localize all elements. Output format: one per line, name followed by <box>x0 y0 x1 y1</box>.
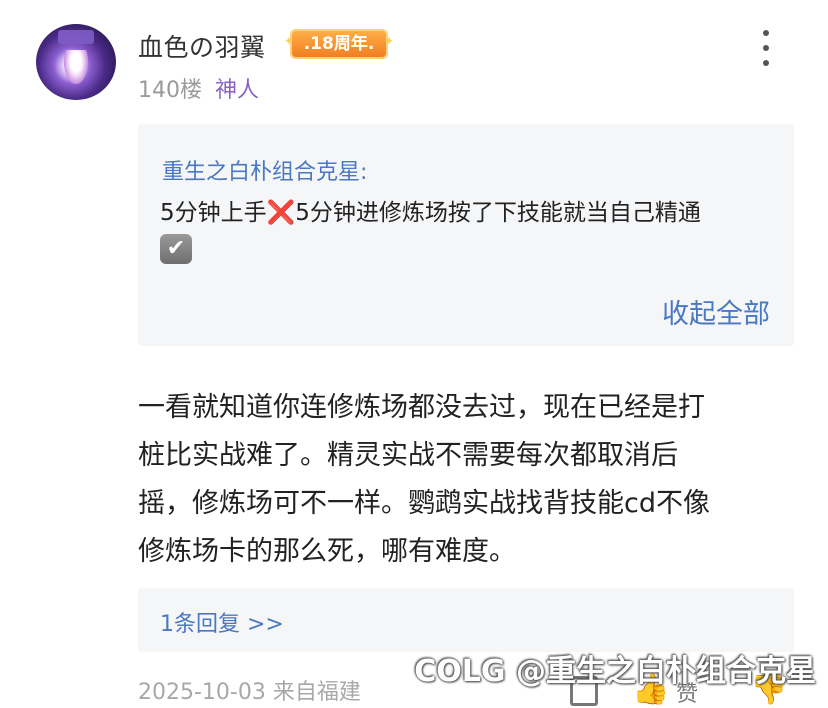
quote-text: 5分钟上手❌5分钟进修炼场按了下技能就当自己精通 <box>160 196 701 230</box>
quoted-reply: 重生之白朴组合克星: 5分钟上手❌5分钟进修炼场按了下技能就当自己精通 ✔ 收起… <box>138 124 794 346</box>
post-line: 修炼场卡的那么死，哪有难度。 <box>138 536 516 567</box>
avatar-screen <box>58 30 94 44</box>
check-mark-icon: ✔ <box>160 234 192 264</box>
user-rank: 神人 <box>215 78 260 103</box>
floor-number: 140楼 <box>138 78 202 103</box>
post-date-location: 2025-10-03 来自福建 <box>138 680 361 705</box>
more-options-icon[interactable] <box>756 30 776 66</box>
view-replies-link[interactable]: 1条回复 >> <box>160 606 284 638</box>
post-content: 一看就知道你连修炼场都没去过，现在已经是打 桩比实战难了。精灵实战不需要每次都取… <box>138 384 788 576</box>
username[interactable]: 血色の羽翼 <box>138 28 266 64</box>
post-line: 一看就知道你连修炼场都没去过，现在已经是打 <box>138 392 705 423</box>
cross-mark-icon: ❌ <box>266 200 296 226</box>
quote-text-part1: 5分钟上手 <box>160 200 267 226</box>
replies-box[interactable]: 1条回复 >> <box>138 588 794 652</box>
post-line: 桩比实战难了。精灵实战不需要每次都取消后 <box>138 440 678 471</box>
avatar-figure <box>64 50 88 84</box>
watermark: COLG @重生之白朴组合克星 <box>414 654 816 689</box>
quote-author[interactable]: 重生之白朴组合克星: <box>162 154 367 186</box>
more-dot <box>763 45 769 51</box>
user-avatar[interactable] <box>36 24 116 100</box>
collapse-all-link[interactable]: 收起全部 <box>662 292 770 331</box>
anniversary-badge: .18周年. <box>284 26 394 59</box>
more-dot <box>763 60 769 66</box>
quote-text-part2: 5分钟进修炼场按了下技能就当自己精通 <box>295 200 701 226</box>
more-dot <box>763 30 769 36</box>
post-line: 摇，修炼场可不一样。鹦鹉实战找背技能cd不像 <box>138 488 710 519</box>
